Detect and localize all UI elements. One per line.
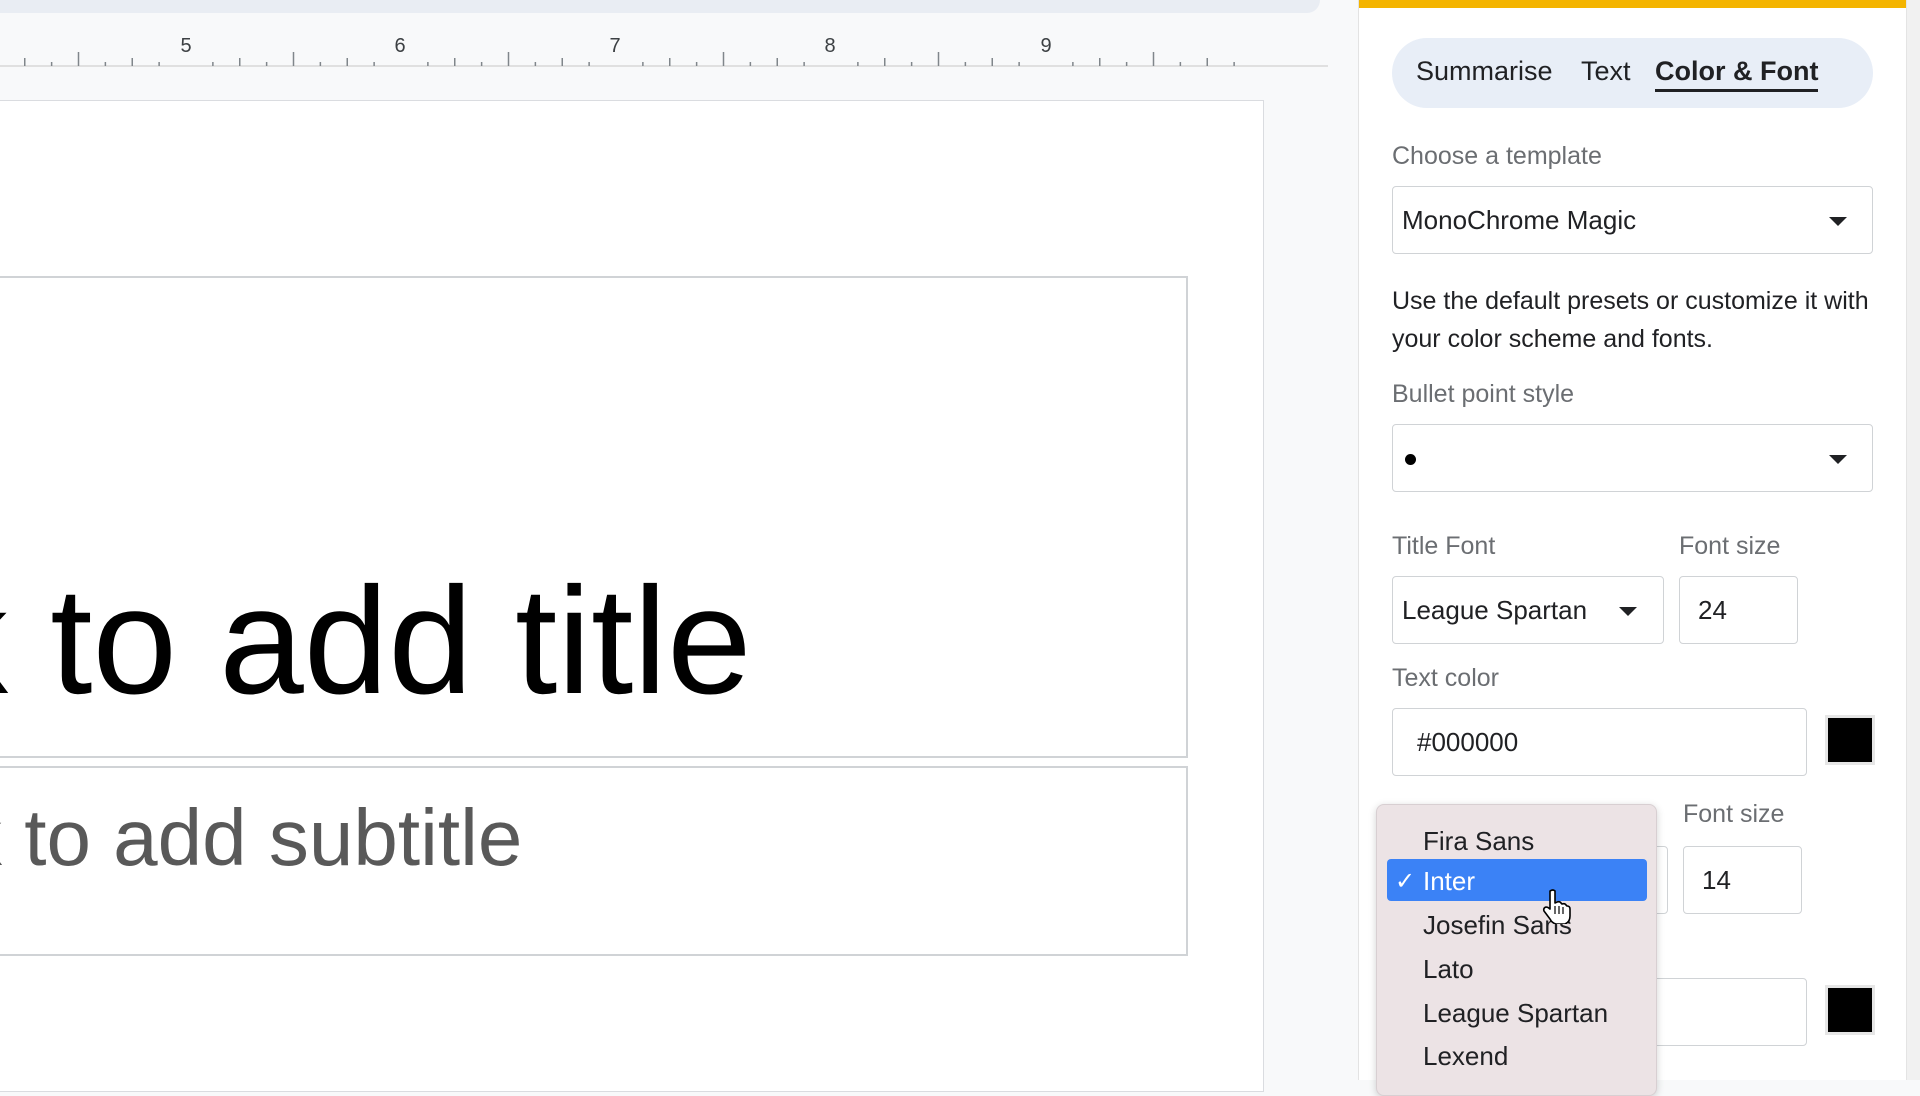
template-description: Use the default presets or customize it … bbox=[1392, 287, 1869, 353]
font-option-lato[interactable]: Lato bbox=[1387, 947, 1647, 989]
font-option-league-spartan[interactable]: League Spartan bbox=[1387, 991, 1647, 1033]
title-font-value: League Spartan bbox=[1402, 595, 1588, 625]
title-placeholder-text[interactable]: k to add title bbox=[0, 565, 752, 717]
chevron-down-icon bbox=[1829, 455, 1847, 464]
checkmark-icon: ✓ bbox=[1395, 868, 1416, 895]
title-font-select[interactable]: League Spartan bbox=[1392, 576, 1664, 644]
tab-color-font[interactable]: Color & Font bbox=[1655, 56, 1819, 92]
tab-bar: Summarise Text Color & Font bbox=[1392, 38, 1873, 108]
bullet-dot-icon bbox=[1405, 454, 1416, 465]
font-option-label: Inter bbox=[1423, 866, 1476, 896]
title-font-label: Title Font bbox=[1392, 532, 1496, 560]
font-option-lexend[interactable]: Lexend bbox=[1387, 1034, 1647, 1076]
font-option-inter[interactable]: ✓ Inter bbox=[1387, 859, 1647, 901]
body-size-label: Font size bbox=[1683, 800, 1785, 828]
text-color-swatch[interactable] bbox=[1825, 715, 1875, 765]
title-size-input[interactable]: 24 bbox=[1679, 576, 1798, 644]
chevron-down-icon bbox=[1619, 607, 1637, 616]
hand-cursor-icon bbox=[1542, 889, 1571, 924]
text-color-label: Text color bbox=[1392, 664, 1499, 692]
title-size-label: Font size bbox=[1679, 532, 1781, 560]
font-option-josefin-sans[interactable]: Josefin Sans bbox=[1387, 903, 1647, 945]
panel-scrollbar[interactable] bbox=[1906, 0, 1920, 1080]
chevron-down-icon bbox=[1829, 217, 1847, 226]
template-label: Choose a template bbox=[1392, 142, 1602, 170]
panel-accent-bar bbox=[1359, 0, 1907, 8]
font-option-label: League Spartan bbox=[1423, 998, 1609, 1028]
tab-text[interactable]: Text bbox=[1581, 56, 1631, 87]
font-option-label: Lexend bbox=[1423, 1041, 1509, 1071]
bullet-style-select[interactable] bbox=[1392, 424, 1873, 492]
slide-clip: k to add title k to add subtitle bbox=[0, 0, 1263, 1080]
font-option-label: Fira Sans bbox=[1423, 826, 1535, 856]
tab-summarise[interactable]: Summarise bbox=[1416, 56, 1553, 87]
subtitle-placeholder-text[interactable]: k to add subtitle bbox=[0, 798, 522, 878]
font-dropdown-menu: Fira Sans ✓ Inter Josefin Sans Lato Leag… bbox=[1376, 804, 1657, 1096]
font-option-fira-sans[interactable]: Fira Sans bbox=[1387, 819, 1647, 861]
text-color-input[interactable]: #000000 bbox=[1392, 708, 1807, 776]
body-color-swatch[interactable] bbox=[1825, 985, 1875, 1035]
font-option-label: Lato bbox=[1423, 954, 1474, 984]
body-size-value: 14 bbox=[1702, 865, 1731, 895]
title-size-value: 24 bbox=[1698, 595, 1727, 625]
body-size-input[interactable]: 14 bbox=[1683, 846, 1802, 914]
text-color-value: #000000 bbox=[1417, 727, 1519, 757]
template-value: MonoChrome Magic bbox=[1402, 205, 1637, 235]
template-select[interactable]: MonoChrome Magic bbox=[1392, 186, 1873, 254]
bullet-style-label: Bullet point style bbox=[1392, 380, 1575, 408]
